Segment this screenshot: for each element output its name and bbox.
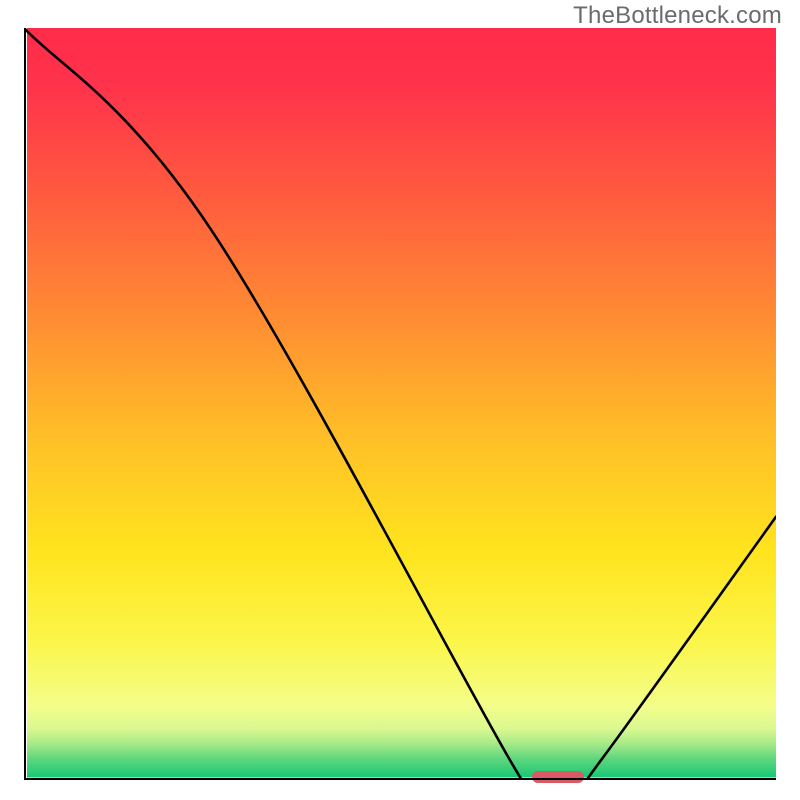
curve-layer — [24, 28, 776, 780]
watermark-text: TheBottleneck.com — [573, 2, 782, 30]
optimal-marker — [532, 771, 585, 783]
bottleneck-curve-path — [24, 28, 776, 780]
bottleneck-chart — [24, 28, 776, 780]
